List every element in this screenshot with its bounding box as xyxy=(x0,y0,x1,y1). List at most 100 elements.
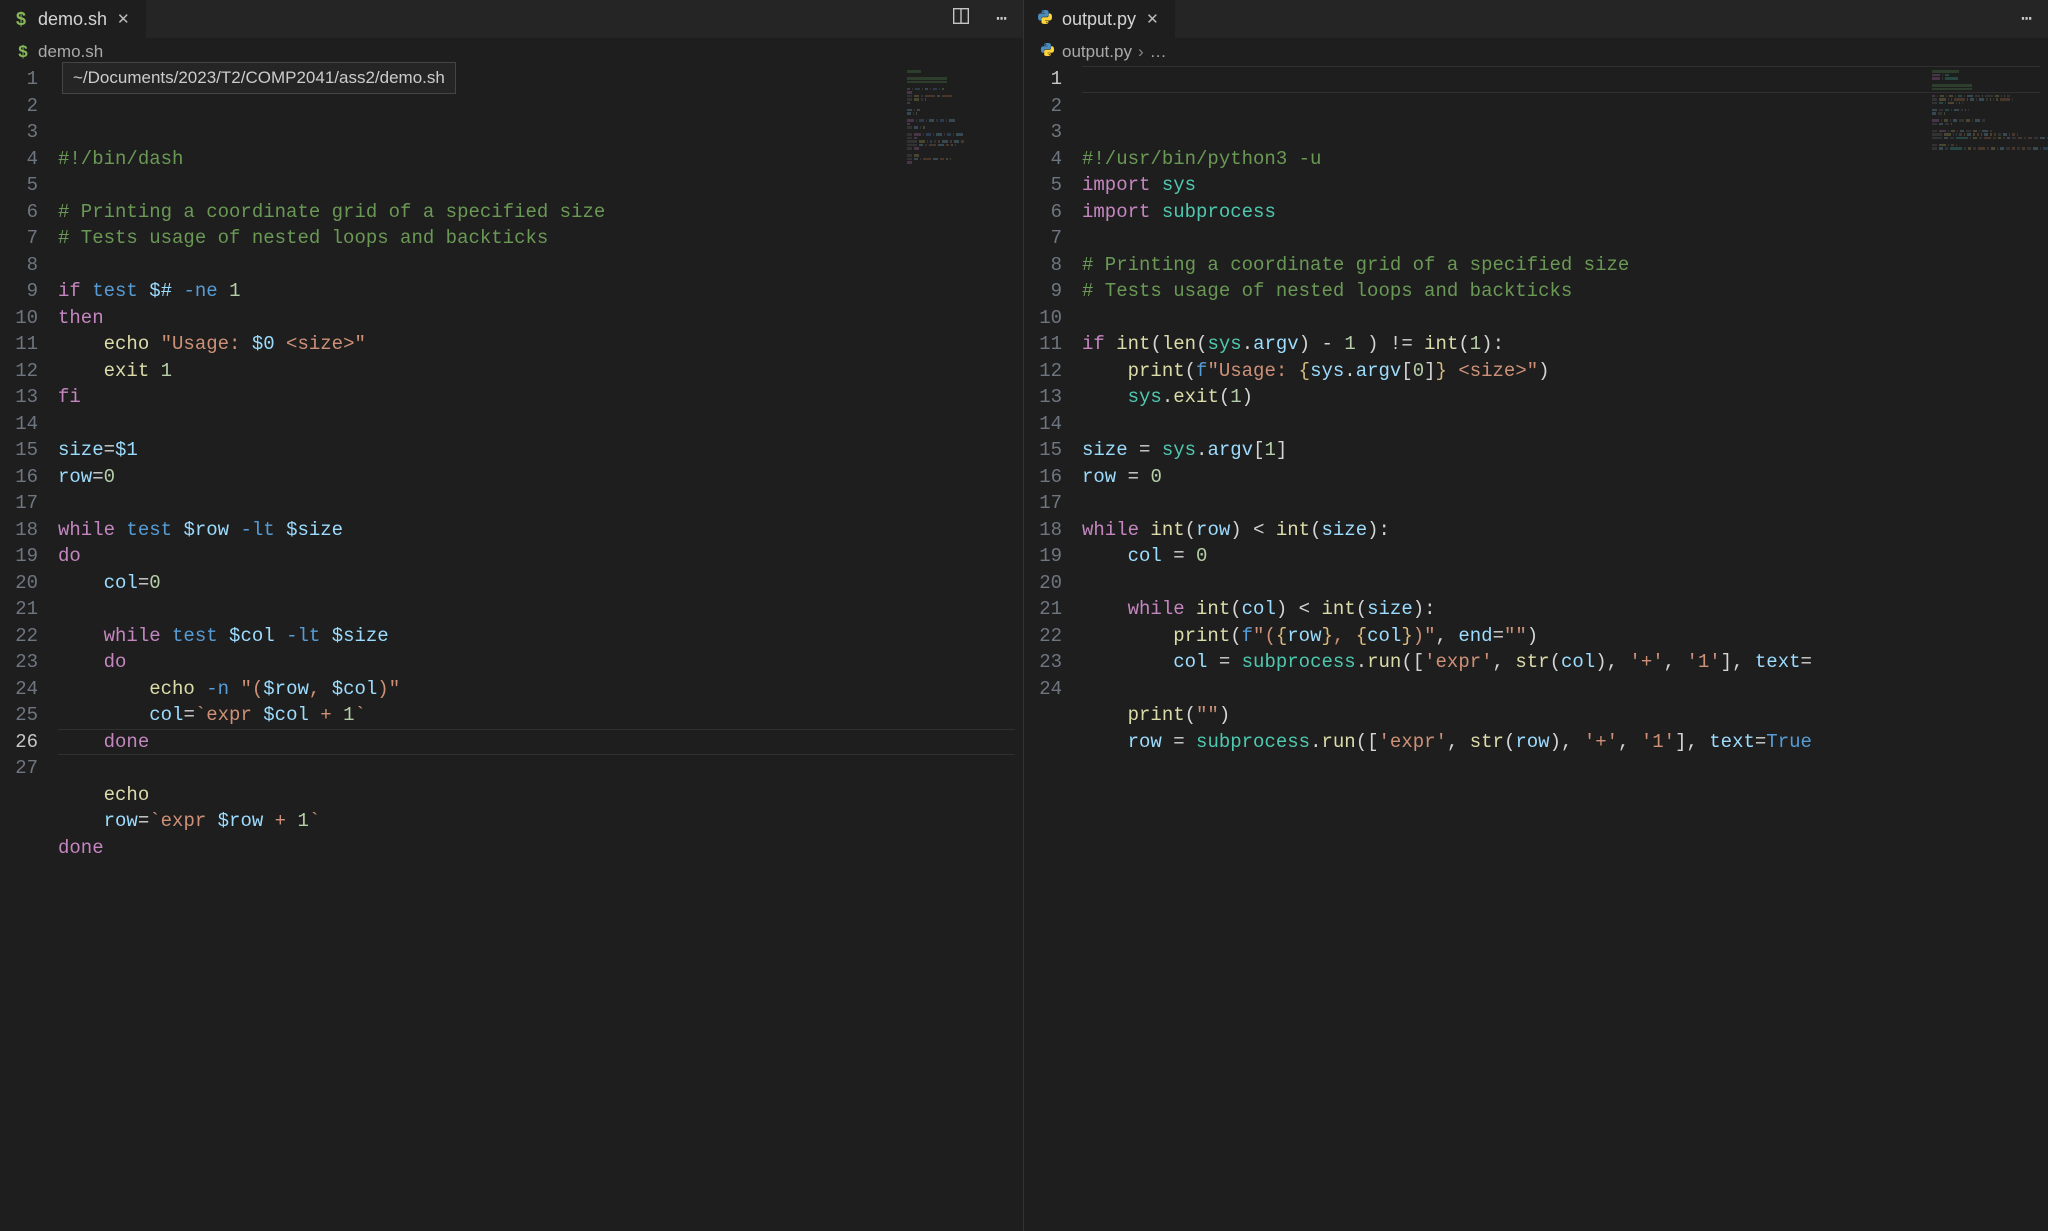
code-line[interactable]: row=0 xyxy=(58,464,1023,491)
code-line[interactable]: print(f"({row}, {col})", end="") xyxy=(1082,623,2048,650)
code-editor-right[interactable]: 123456789101112131415161718192021222324 … xyxy=(1024,66,2048,1231)
line-number: 20 xyxy=(0,570,38,597)
line-number: 20 xyxy=(1024,570,1062,597)
line-number: 10 xyxy=(1024,305,1062,332)
tab-label: demo.sh xyxy=(38,9,107,30)
line-number: 10 xyxy=(0,305,38,332)
code-line[interactable]: # Tests usage of nested loops and backti… xyxy=(58,225,1023,252)
code-line[interactable]: # Printing a coordinate grid of a specif… xyxy=(1082,252,2048,279)
code-line[interactable]: #!/bin/dash xyxy=(58,146,1023,173)
code-line[interactable] xyxy=(1082,305,2048,332)
code-line[interactable]: then xyxy=(58,305,1023,332)
line-number: 11 xyxy=(0,331,38,358)
line-number: 14 xyxy=(0,411,38,438)
tab-label: output.py xyxy=(1062,9,1136,30)
code-line[interactable]: import sys xyxy=(1082,172,2048,199)
line-number: 6 xyxy=(0,199,38,226)
code-line[interactable]: done xyxy=(58,835,1023,862)
line-number: 22 xyxy=(0,623,38,650)
close-icon[interactable]: ✕ xyxy=(115,10,132,28)
code-line[interactable]: print(f"Usage: {sys.argv[0]} <size>") xyxy=(1082,358,2048,385)
code-left[interactable]: #!/bin/dash # Printing a coordinate grid … xyxy=(58,66,1023,1231)
code-line[interactable]: if test $# -ne 1 xyxy=(58,278,1023,305)
code-line[interactable]: row = subprocess.run(['expr', str(row), … xyxy=(1082,729,2048,756)
code-line[interactable] xyxy=(58,490,1023,517)
close-icon[interactable]: ✕ xyxy=(1144,10,1161,28)
more-actions-icon[interactable]: ⋯ xyxy=(992,4,1011,34)
code-line[interactable]: do xyxy=(58,543,1023,570)
line-number: 9 xyxy=(0,278,38,305)
code-line[interactable]: done xyxy=(58,729,1023,756)
code-line[interactable]: col=`expr $col + 1` xyxy=(58,702,1023,729)
split-editor-icon[interactable] xyxy=(948,3,974,35)
code-line[interactable]: sys.exit(1) xyxy=(1082,384,2048,411)
tab-bar: $ demo.sh ✕ ⋯ xyxy=(0,0,1023,38)
code-line[interactable]: size=$1 xyxy=(58,437,1023,464)
code-line[interactable] xyxy=(1082,225,2048,252)
code-line[interactable] xyxy=(58,172,1023,199)
code-line[interactable] xyxy=(1082,755,2048,782)
code-line[interactable] xyxy=(1082,490,2048,517)
code-line[interactable]: row=`expr $row + 1` xyxy=(58,808,1023,835)
line-number: 21 xyxy=(1024,596,1062,623)
code-line[interactable]: while test $col -lt $size xyxy=(58,623,1023,650)
tab-output-py[interactable]: output.py ✕ xyxy=(1024,0,1175,38)
minimap-left[interactable] xyxy=(903,66,1023,1231)
gutter-left: 1234567891011121314151617181920212223242… xyxy=(0,66,58,1231)
more-actions-icon[interactable]: ⋯ xyxy=(2017,4,2036,34)
path-tooltip: ~/Documents/2023/T2/COMP2041/ass2/demo.s… xyxy=(62,62,456,94)
line-number: 15 xyxy=(0,437,38,464)
code-line[interactable]: while int(col) < int(size): xyxy=(1082,596,2048,623)
line-number: 27 xyxy=(0,755,38,782)
line-number: 23 xyxy=(1024,649,1062,676)
code-line[interactable] xyxy=(58,755,1023,782)
code-line[interactable] xyxy=(58,411,1023,438)
line-number: 5 xyxy=(1024,172,1062,199)
code-line[interactable]: while test $row -lt $size xyxy=(58,517,1023,544)
chevron-right-icon: › xyxy=(1138,42,1144,62)
line-number: 15 xyxy=(1024,437,1062,464)
line-number: 7 xyxy=(0,225,38,252)
tab-demo-sh[interactable]: $ demo.sh ✕ xyxy=(0,0,146,38)
line-number: 17 xyxy=(1024,490,1062,517)
line-number: 11 xyxy=(1024,331,1062,358)
line-number: 1 xyxy=(1024,66,1062,93)
line-number: 12 xyxy=(0,358,38,385)
code-line[interactable] xyxy=(58,252,1023,279)
line-number: 8 xyxy=(0,252,38,279)
code-line[interactable]: col = 0 xyxy=(1082,543,2048,570)
code-line[interactable]: do xyxy=(58,649,1023,676)
code-line[interactable]: size = sys.argv[1] xyxy=(1082,437,2048,464)
code-line[interactable]: #!/usr/bin/python3 -u xyxy=(1082,146,2048,173)
code-line[interactable]: import subprocess xyxy=(1082,199,2048,226)
code-line[interactable]: exit 1 xyxy=(58,358,1023,385)
code-line[interactable]: echo "Usage: $0 <size>" xyxy=(58,331,1023,358)
breadcrumb[interactable]: output.py › … xyxy=(1024,38,2048,66)
editor-pane-right: output.py ✕ ⋯ output.py › … 123456789101… xyxy=(1024,0,2048,1231)
code-line[interactable]: print("") xyxy=(1082,702,2048,729)
code-right[interactable]: #!/usr/bin/python3 -uimport sysimport su… xyxy=(1082,66,2048,1231)
code-line[interactable]: echo -n "($row, $col)" xyxy=(58,676,1023,703)
code-line[interactable]: # Printing a coordinate grid of a specif… xyxy=(58,199,1023,226)
code-line[interactable] xyxy=(1082,570,2048,597)
breadcrumb-file: demo.sh xyxy=(38,42,103,62)
code-line[interactable]: col=0 xyxy=(58,570,1023,597)
code-editor-left[interactable]: 1234567891011121314151617181920212223242… xyxy=(0,66,1023,1231)
code-line[interactable] xyxy=(1082,411,2048,438)
line-number: 7 xyxy=(1024,225,1062,252)
line-number: 17 xyxy=(0,490,38,517)
code-line[interactable]: while int(row) < int(size): xyxy=(1082,517,2048,544)
line-number: 18 xyxy=(0,517,38,544)
code-line[interactable]: if int(len(sys.argv) - 1 ) != int(1): xyxy=(1082,331,2048,358)
code-line[interactable]: row = 0 xyxy=(1082,464,2048,491)
breadcrumb-trail: … xyxy=(1150,42,1167,62)
code-line[interactable] xyxy=(1082,676,2048,703)
minimap-right[interactable] xyxy=(1928,66,2048,1231)
code-line[interactable] xyxy=(58,596,1023,623)
code-line[interactable]: col = subprocess.run(['expr', str(col), … xyxy=(1082,649,2048,676)
line-number: 4 xyxy=(0,146,38,173)
code-line[interactable]: # Tests usage of nested loops and backti… xyxy=(1082,278,2048,305)
code-line[interactable]: fi xyxy=(58,384,1023,411)
python-file-icon xyxy=(1038,42,1056,62)
code-line[interactable]: echo xyxy=(58,782,1023,809)
